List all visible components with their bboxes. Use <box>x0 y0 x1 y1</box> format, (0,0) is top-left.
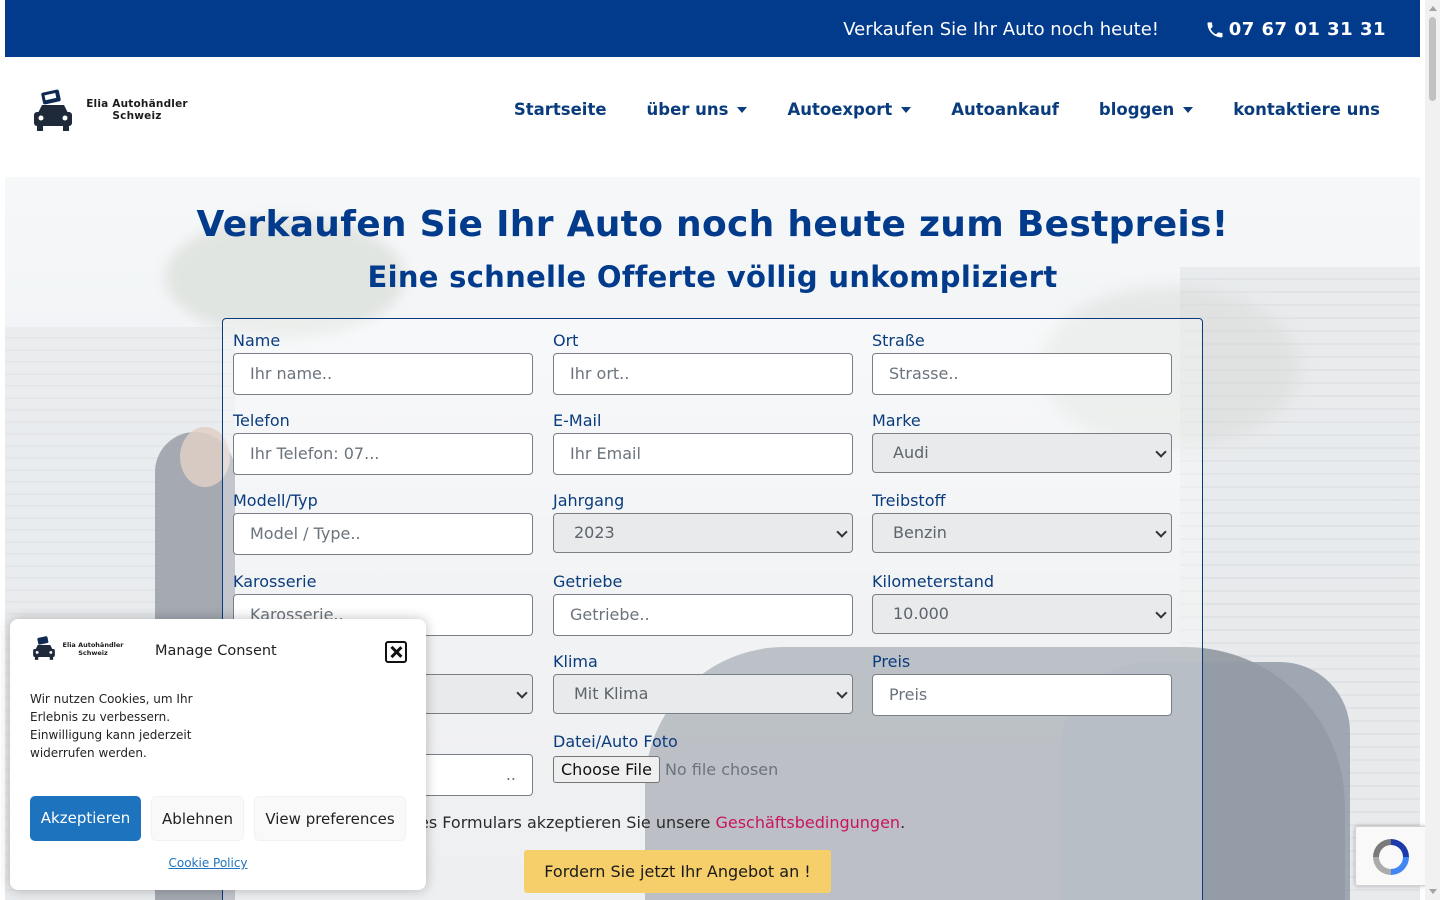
recaptcha-icon <box>1373 839 1409 875</box>
email-label: E-Mail <box>553 411 602 430</box>
nav-item-autoankauf[interactable]: Autoankauf <box>951 100 1059 119</box>
klima-select[interactable]: Mit Klima <box>553 674 853 714</box>
chevron-down-icon <box>1155 526 1167 538</box>
scroll-down-icon[interactable] <box>1429 889 1437 894</box>
car-logo-icon <box>34 89 72 131</box>
name-input[interactable]: Ihr name.. <box>233 353 533 395</box>
klima-group: Klima Mit Klima <box>553 651 853 714</box>
marke-label: Marke <box>872 411 921 430</box>
jahrgang-group: Jahrgang 2023 <box>553 490 853 553</box>
jahrgang-label: Jahrgang <box>553 491 625 510</box>
name-label: Name <box>233 331 281 350</box>
chevron-down-icon <box>1155 446 1167 458</box>
email-group: E-Mail Ihr Email <box>553 410 853 475</box>
main-nav: Startseite über uns Autoexport Autoankau… <box>474 100 1380 119</box>
consent-logo: Elia Autohändler Schweiz <box>32 635 132 663</box>
nav-item-bloggen[interactable]: bloggen <box>1099 100 1194 119</box>
ort-input[interactable]: Ihr ort.. <box>553 353 853 395</box>
close-icon[interactable] <box>385 641 407 663</box>
klima-label: Klima <box>553 652 598 671</box>
scroll-thumb[interactable] <box>1429 17 1436 101</box>
consent-text: Wir nutzen Cookies, um Ihr Erlebnis zu v… <box>30 692 193 760</box>
treibstoff-group: Treibstoff Benzin <box>872 490 1172 553</box>
cookie-consent-dialog: Elia Autohändler Schweiz Manage Consent … <box>10 619 426 890</box>
cookie-policy-link[interactable]: Cookie Policy <box>10 856 406 870</box>
site-header: Elia Autohändler Schweiz Startseite über… <box>5 57 1420 177</box>
name-group: Name Ihr name.. <box>233 330 533 395</box>
telefon-input[interactable]: Ihr Telefon: 07... <box>233 433 533 475</box>
chevron-down-icon <box>516 687 528 699</box>
jahrgang-select[interactable]: 2023 <box>553 513 853 553</box>
strasse-input[interactable]: Strasse.. <box>872 353 1172 395</box>
preis-group: Preis Preis <box>872 651 1172 716</box>
logo-text: Elia Autohändler Schweiz <box>86 98 188 122</box>
top-bar-tagline: Verkaufen Sie Ihr Auto noch heute! <box>843 19 1159 40</box>
kilometerstand-label: Kilometerstand <box>872 572 995 591</box>
karosserie-label: Karosserie <box>233 572 317 591</box>
top-bar-phone-link[interactable]: 07 67 01 31 31 <box>1229 19 1386 40</box>
view-preferences-button[interactable]: View preferences <box>254 796 406 841</box>
marke-select[interactable]: Audi <box>872 433 1172 473</box>
submit-offer-button[interactable]: Fordern Sie jetzt Ihr Angebot an ! <box>524 850 831 893</box>
site-logo[interactable]: Elia Autohändler Schweiz <box>32 89 202 135</box>
top-bar: Verkaufen Sie Ihr Auto noch heute! 07 67… <box>5 0 1420 57</box>
car-logo-icon <box>33 636 55 660</box>
terms-text: es Formulars akzeptieren Sie unsere Gesc… <box>419 813 906 832</box>
caret-down-icon <box>901 106 912 113</box>
caret-down-icon <box>737 106 748 113</box>
chevron-down-icon <box>1155 607 1167 619</box>
getriebe-group: Getriebe Getriebe.. <box>553 571 853 636</box>
nav-item-startseite[interactable]: Startseite <box>514 100 607 119</box>
page-scrollbar[interactable] <box>1425 0 1440 900</box>
ort-label: Ort <box>553 331 579 350</box>
foto-label: Datei/Auto Foto <box>553 732 678 751</box>
treibstoff-select[interactable]: Benzin <box>872 513 1172 553</box>
treibstoff-label: Treibstoff <box>872 491 946 510</box>
phone-icon <box>1207 22 1223 38</box>
preis-input[interactable]: Preis <box>872 674 1172 716</box>
scroll-up-icon[interactable] <box>1429 6 1437 11</box>
nav-item-autoexport[interactable]: Autoexport <box>787 100 912 119</box>
terms-link[interactable]: Geschäftsbedingungen <box>715 813 900 832</box>
chevron-down-icon <box>836 526 848 538</box>
hero-subtitle: Eine schnelle Offerte völlig unkomplizie… <box>367 260 1058 294</box>
telefon-group: Telefon Ihr Telefon: 07... <box>233 410 533 475</box>
email-input[interactable]: Ihr Email <box>553 433 853 475</box>
getriebe-label: Getriebe <box>553 572 623 591</box>
preis-label: Preis <box>872 652 911 671</box>
chevron-down-icon <box>836 687 848 699</box>
nav-item-kontakt[interactable]: kontaktiere uns <box>1233 100 1380 119</box>
consent-title: Manage Consent <box>155 643 277 659</box>
deny-button[interactable]: Ablehnen <box>151 796 244 841</box>
strasse-group: Straße Strasse.. <box>872 330 1172 395</box>
foto-group: Datei/Auto Foto Choose File No file chos… <box>553 731 853 784</box>
telefon-label: Telefon <box>233 411 290 430</box>
modell-group: Modell/Typ Model / Type.. <box>233 490 533 555</box>
kilometerstand-select[interactable]: 10.000 <box>872 594 1172 634</box>
recaptcha-badge[interactable] <box>1355 826 1427 886</box>
choose-file-button[interactable]: Choose File <box>553 755 660 783</box>
marke-group: Marke Audi <box>872 410 1172 473</box>
strasse-label: Straße <box>872 331 925 350</box>
modell-input[interactable]: Model / Type.. <box>233 513 533 555</box>
getriebe-input[interactable]: Getriebe.. <box>553 594 853 636</box>
ort-group: Ort Ihr ort.. <box>553 330 853 395</box>
caret-down-icon <box>1183 106 1194 113</box>
hero-title: Verkaufen Sie Ihr Auto noch heute zum Be… <box>196 204 1229 245</box>
kilometerstand-group: Kilometerstand 10.000 <box>872 571 1172 634</box>
accept-button[interactable]: Akzeptieren <box>30 796 141 841</box>
file-status: No file chosen <box>664 759 779 779</box>
modell-label: Modell/Typ <box>233 491 318 510</box>
nav-item-ueber-uns[interactable]: über uns <box>647 100 748 119</box>
